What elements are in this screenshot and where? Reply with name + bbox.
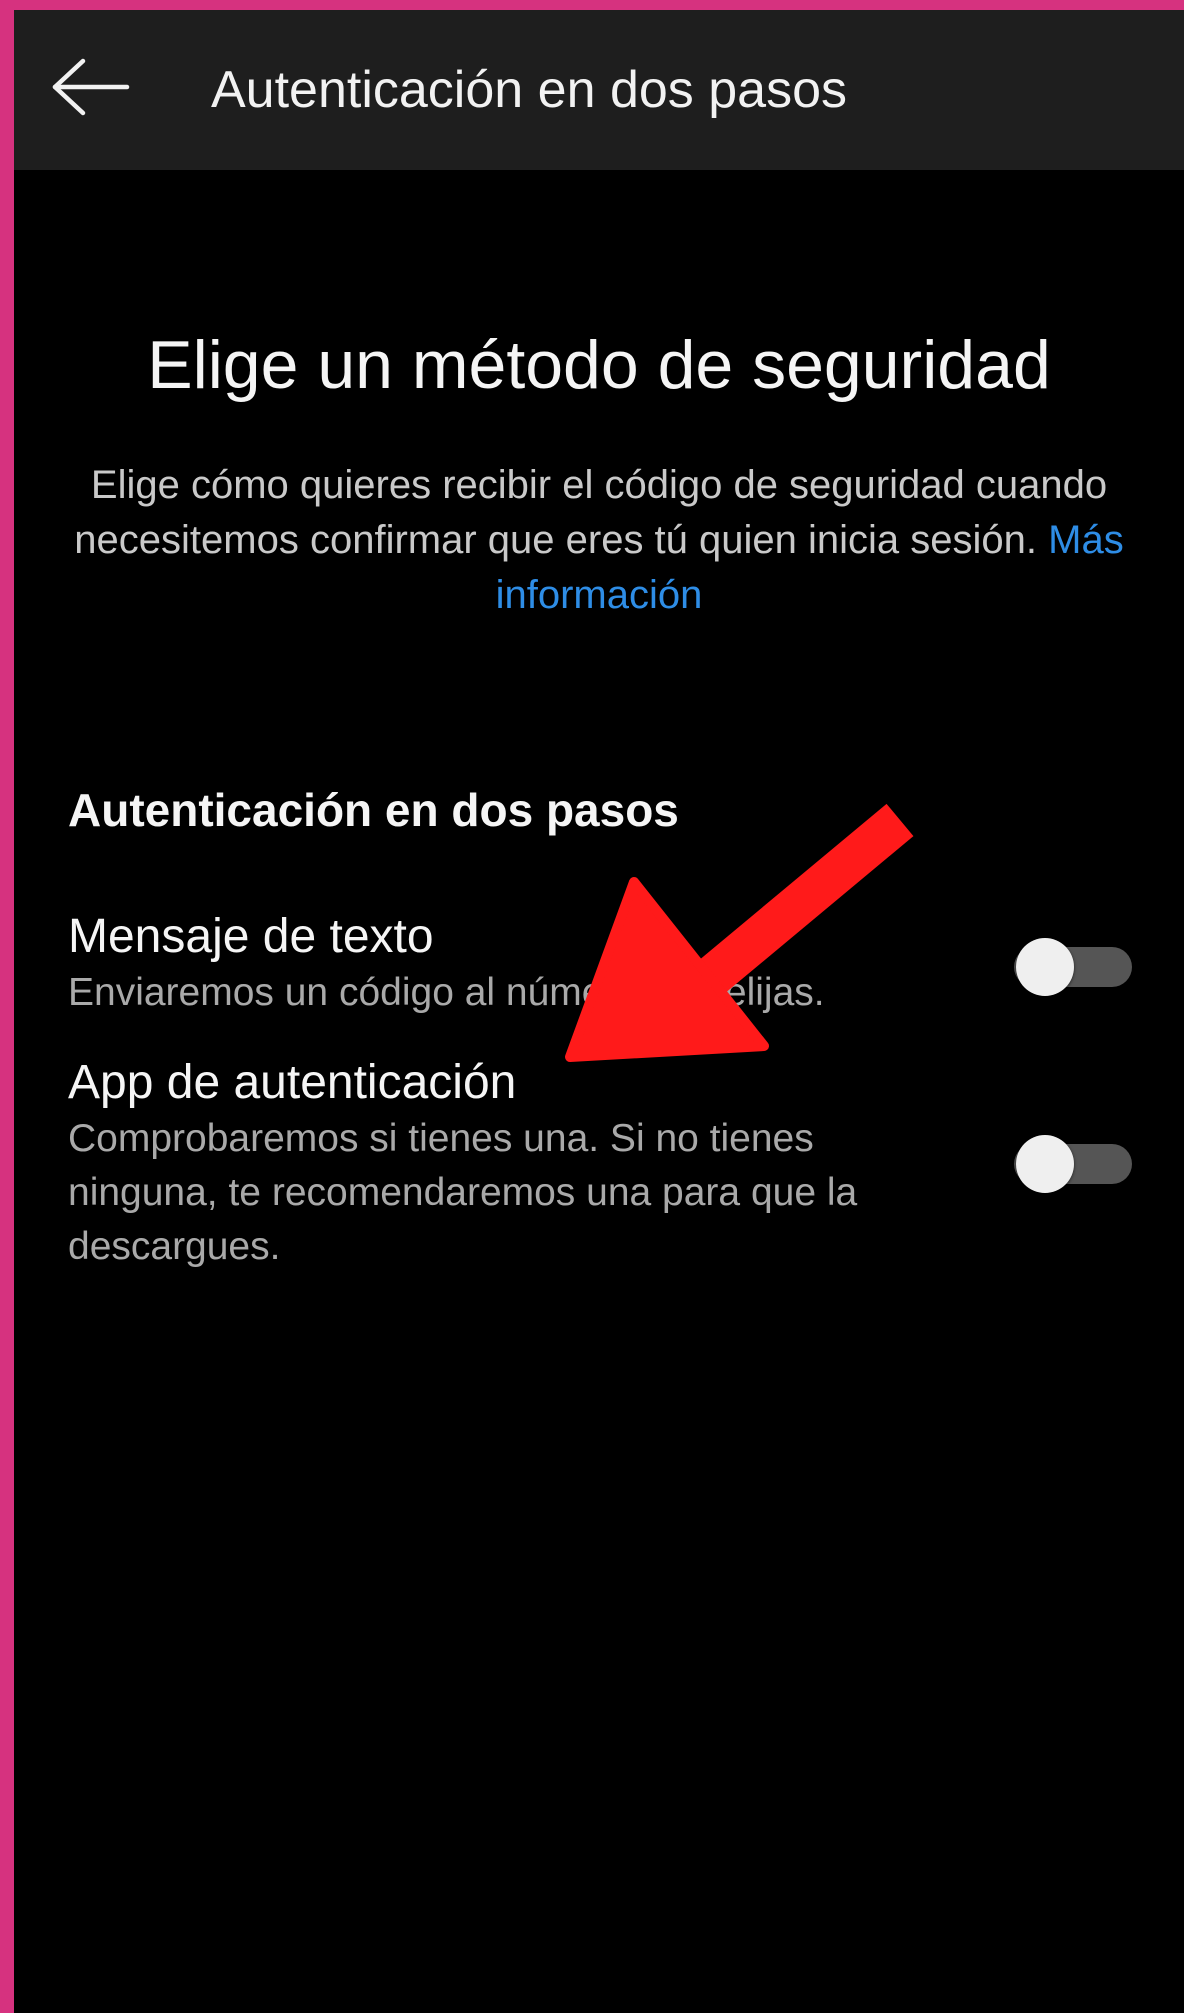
page-title: Autenticación en dos pasos <box>211 61 847 119</box>
screen: Autenticación en dos pasos Elige un méto… <box>14 10 1184 2013</box>
option-description: Enviaremos un código al número que elija… <box>68 971 825 1014</box>
toggle-thumb <box>1016 1135 1074 1193</box>
option-authenticator-app[interactable]: App de autenticación Comprobaremos si ti… <box>68 1054 1138 1274</box>
section-heading: Elige un método de seguridad <box>147 327 1051 403</box>
toggle-thumb <box>1016 938 1074 996</box>
arrow-left-icon <box>52 58 130 116</box>
description-body: Elige cómo quieres recibir el código de … <box>74 463 1108 562</box>
option-text-message[interactable]: Mensaje de texto Enviaremos un código al… <box>68 908 1138 1020</box>
option-title: App de autenticación <box>68 1056 517 1109</box>
back-button[interactable] <box>48 52 134 122</box>
option-title: Mensaje de texto <box>68 910 434 963</box>
app-bar: Autenticación en dos pasos <box>14 10 1184 170</box>
toggle-authenticator-app[interactable] <box>1014 1135 1132 1193</box>
description-text: Elige cómo quieres recibir el código de … <box>74 458 1124 623</box>
toggle-text-message[interactable] <box>1014 938 1132 996</box>
option-description: Comprobaremos si tienes una. Si no tiene… <box>68 1117 858 1268</box>
options-section-title: Autenticación en dos pasos <box>68 784 679 836</box>
